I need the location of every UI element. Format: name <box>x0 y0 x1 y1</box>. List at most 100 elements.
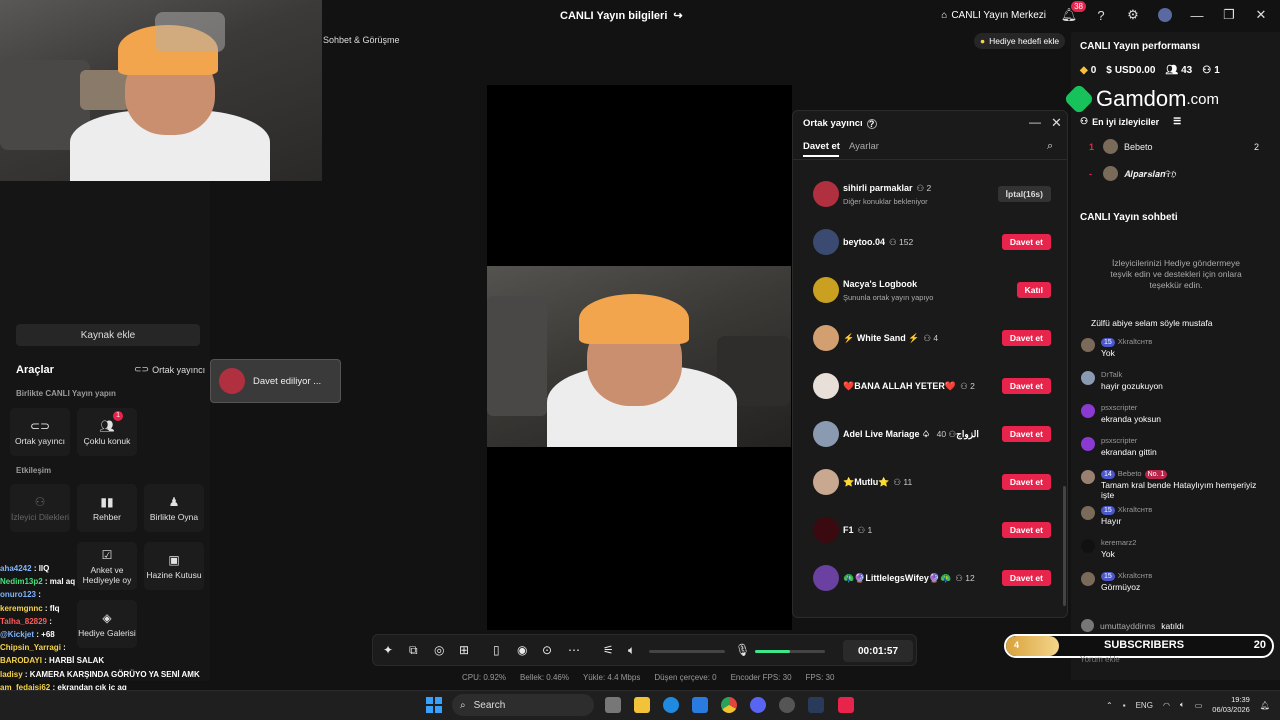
wifi-icon[interactable]: ◠ <box>1163 701 1170 710</box>
more-icon[interactable]: ⋯ <box>568 643 580 657</box>
minimize-icon[interactable]: — <box>1029 115 1041 129</box>
invite-button[interactable]: Davet et <box>1001 522 1051 538</box>
tiktok-live-studio-icon[interactable] <box>838 697 854 713</box>
chrome-icon[interactable] <box>721 697 737 713</box>
chat-user[interactable]: psxscripter <box>1101 435 1271 447</box>
invite-button[interactable]: Davet et <box>1001 426 1051 442</box>
chevron-up-icon[interactable]: ⌃ <box>1106 701 1113 710</box>
gear-icon[interactable]: ⚙ <box>1124 6 1142 24</box>
maximize-icon[interactable]: ❐ <box>1220 6 1238 24</box>
comment-input[interactable]: Yorum ekle <box>1080 655 1120 664</box>
speaker-icon[interactable]: 🔈︎ <box>1180 700 1185 710</box>
magic-wand-icon[interactable]: ✦ <box>383 643 393 657</box>
volume-slider[interactable] <box>649 650 725 653</box>
chat-user[interactable]: DrTalk <box>1101 369 1271 381</box>
chat-message: Zülfü abiye selam söyle mustafa <box>1081 318 1271 332</box>
performance-stats: ◆ 0 $ USD0.00 👥︎ 43 ⚇ 1 <box>1080 65 1220 76</box>
viewer-name[interactable]: Bebeto <box>1124 142 1153 152</box>
store-icon[interactable] <box>692 697 708 713</box>
tool-viewer-requests[interactable]: ⚇ İzleyici Dilekleri <box>10 484 70 532</box>
task-view-icon[interactable] <box>605 697 621 713</box>
clock[interactable]: 19:39 06/03/2026 <box>1212 695 1250 715</box>
live-center-button[interactable]: ⌂ CANLI Yayın Merkezi <box>941 10 1046 21</box>
edge-icon[interactable] <box>663 697 679 713</box>
avatar <box>1103 166 1118 181</box>
effects-icon[interactable]: ⧉ <box>409 643 418 658</box>
windows-start-icon[interactable] <box>426 697 442 713</box>
cohost-name: Nacya's Logbook <box>843 279 917 289</box>
cancel-invite-button[interactable]: İptal(16s) <box>997 186 1051 202</box>
close-icon[interactable]: ✕ <box>1252 6 1270 24</box>
chat-overlay-line: onuro123 : <box>0 588 210 601</box>
viewer-name[interactable]: 𝑨𝒍𝒑𝒂𝒓𝒔𝒍𝒂𝒏✞ℌ <box>1124 169 1176 180</box>
cohost-link-label: Ortak yayıncı <box>152 364 206 375</box>
link-icon: ⊂⊃ <box>134 364 150 374</box>
tool-cohost[interactable]: ⊂⊃ Ortak yayıncı <box>10 408 70 456</box>
scrollbar[interactable] <box>1063 486 1066 606</box>
gamdom-text: Gamdom <box>1096 86 1187 111</box>
speaker-icon[interactable]: 🔈︎ <box>628 643 635 658</box>
chat-overlay-user: BARODAYI <box>0 656 42 666</box>
profile-avatar[interactable] <box>1156 6 1174 24</box>
taskbar-search[interactable]: ⌕ Search <box>452 694 594 716</box>
invite-button[interactable]: Davet et <box>1001 378 1051 394</box>
sticker-icon[interactable]: ◎ <box>434 643 444 657</box>
app-icon[interactable] <box>779 697 795 713</box>
chat-user[interactable]: 14 Bebeto No. 1 <box>1101 468 1271 480</box>
add-source-button[interactable]: Kaynak ekle <box>16 324 200 346</box>
tools-title: Araçlar <box>16 364 54 376</box>
rank-badge: No. 1 <box>1144 469 1168 479</box>
help-icon[interactable]: ? <box>1092 6 1110 24</box>
cohost-name-text: sihirli parmaklar <box>843 183 913 193</box>
invite-button[interactable]: Davet et <box>1001 234 1051 250</box>
add-media-icon[interactable]: ⊞ <box>459 643 469 657</box>
tool-guide[interactable]: ▮▮ Rehber <box>77 484 137 532</box>
file-explorer-icon[interactable] <box>634 697 650 713</box>
notification-icon[interactable]: 🔔︎ <box>1260 701 1270 710</box>
sliders-icon[interactable]: ⚟ <box>603 643 614 657</box>
gamdom-icon <box>1063 83 1095 115</box>
avatar <box>219 368 245 394</box>
chat-overlay-line: keremgnnc : flq <box>0 602 210 615</box>
cohost-name-text: F1 <box>843 525 854 535</box>
chat-user[interactable]: keremarz2 <box>1101 537 1271 549</box>
top-viewers-tab[interactable]: ⚇ En iyi izleyiciler ☰ <box>1080 116 1181 127</box>
app-window: CANLI Yayın bilgileri ↪ ⌂ CANLI Yayın Me… <box>0 0 1280 720</box>
separator: : <box>42 577 50 587</box>
language-indicator[interactable]: ENG <box>1136 701 1153 710</box>
chat-user[interactable]: 15 Xkraltcнтв <box>1101 570 1271 582</box>
tool-multi-guest[interactable]: 1 👥︎ Çoklu konuk <box>77 408 137 456</box>
search-icon[interactable]: ⌕ <box>1047 140 1053 153</box>
mic-slider[interactable] <box>755 650 825 653</box>
stream-info-label: CANLI Yayın bilgileri <box>560 9 668 22</box>
stream-info-button[interactable]: CANLI Yayın bilgileri ↪ <box>560 9 683 23</box>
invite-button[interactable]: Davet et <box>1001 330 1051 346</box>
minimize-icon[interactable]: — <box>1188 6 1206 24</box>
invite-button[interactable]: Davet et <box>1001 474 1051 490</box>
record-icon[interactable]: ◉ <box>517 643 527 657</box>
tab-invite[interactable]: Davet et <box>803 141 840 152</box>
performance-title: CANLI Yayın performansı <box>1080 41 1200 52</box>
microphone-icon[interactable]: 🎙︎ <box>735 643 750 657</box>
taskbar-search-label: Search <box>473 699 506 711</box>
chat-user[interactable]: 15 Xkraltcнтв <box>1101 504 1271 516</box>
tool-play-together[interactable]: ♟ Birlikte Oyna <box>144 484 204 532</box>
chat-user[interactable]: 15 Xkraltcнтв <box>1101 336 1271 348</box>
cohost-link[interactable]: ⊂⊃ Ortak yayıncı <box>134 364 205 375</box>
invite-button[interactable]: Davet et <box>1001 570 1051 586</box>
app-tray-icon[interactable]: ▪ <box>1123 701 1126 710</box>
bell-icon[interactable]: 🔔︎ 38 <box>1060 1 1086 24</box>
gift-goal-button[interactable]: ● Hediye hedefi ekle <box>974 33 1066 49</box>
info-icon[interactable]: ? <box>866 118 877 129</box>
invite-button[interactable]: Katıl <box>1016 282 1051 298</box>
tab-settings[interactable]: Ayarlar <box>849 141 879 152</box>
camera-switch-icon[interactable]: ⊙ <box>542 643 552 657</box>
chat-user[interactable]: psxscripter <box>1101 402 1271 414</box>
steam-icon[interactable] <box>808 697 824 713</box>
discord-icon[interactable] <box>750 697 766 713</box>
chat-overlay-text: llQ <box>38 564 50 573</box>
close-icon[interactable]: ✕ <box>1051 115 1062 131</box>
phone-icon[interactable]: ▯ <box>493 643 500 657</box>
cohost-panel-title: Ortak yayıncı ? <box>803 118 877 129</box>
battery-icon[interactable]: ▭ <box>1195 701 1203 710</box>
